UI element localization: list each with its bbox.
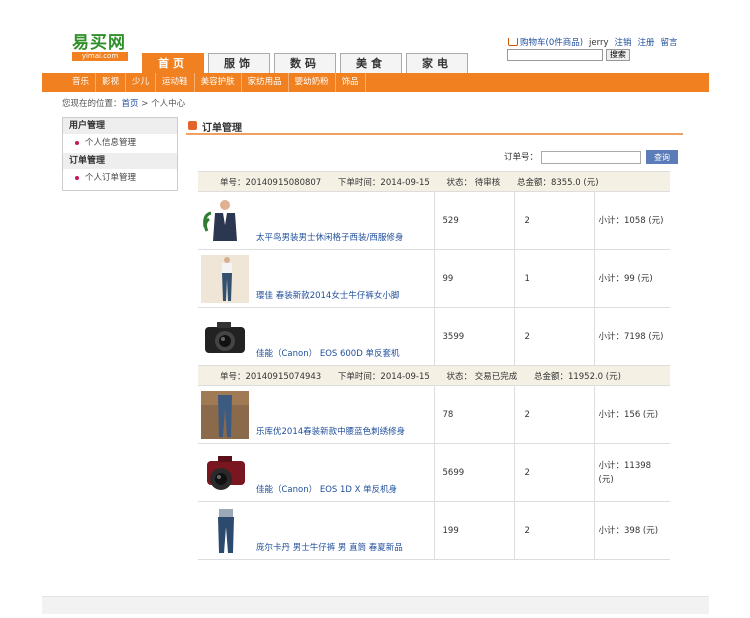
page-footer [42,596,709,614]
table-row: 乐库优2014春装新款中腰蓝色刺绣修身 78 2 小计：156 (元) [198,385,670,444]
top-links: 购物车(0件商品) jerry 注销 注册 留言 [508,36,684,48]
table-row: 佳能（Canon） EOS 1D X 单反机身 5699 2 小计：11398 … [198,443,670,502]
table-row: 庞尔卡丹 男士牛仔裤 男 直筒 春夏新品 199 2 小计：398 (元) [198,501,670,560]
category-beauty[interactable]: 美容护肤 [195,73,242,92]
order-header: 单号：20140915080807 下单时间：2014-09-15 状态： 待审… [198,171,670,192]
category-music[interactable]: 音乐 [42,73,97,92]
section-square-icon [188,121,197,130]
product-price: 3599 [434,307,515,366]
orders-table: 单号：20140915080807 下单时间：2014-09-15 状态： 待审… [198,171,670,560]
product-price: 199 [434,501,515,560]
query-button[interactable]: 查询 [646,150,679,164]
table-row: 佳能（Canon） EOS 600D 单反套机 3599 2 小计：7198 (… [198,307,670,366]
tab-appliances[interactable]: 家电 [406,53,468,73]
product-image-suit[interactable] [201,197,249,245]
logo-domain: yimai.com [72,52,128,61]
product-price: 99 [434,249,515,308]
table-row: 璎佳 春装新款2014女士牛仔裤女小脚 99 1 小计：99 (元) [198,249,670,308]
breadcrumb-current: 个人中心 [151,99,186,109]
tab-home[interactable]: 首页 [142,53,204,73]
message-link[interactable]: 留言 [661,38,678,48]
cart-link[interactable]: 购物车(0件商品) [520,38,583,48]
tab-apparel[interactable]: 服饰 [208,53,270,73]
product-name[interactable]: 太平鸟男装男士休闲格子西装/西服修身 [256,231,403,243]
category-sneakers[interactable]: 运动鞋 [156,73,195,92]
logout-link[interactable]: 注销 [615,38,632,48]
product-name[interactable]: 佳能（Canon） EOS 600D 单反套机 [256,347,399,359]
product-subtotal: 小计：11398 (元) [594,443,670,502]
product-subtotal: 小计：1058 (元) [594,191,670,250]
product-price: 529 [434,191,515,250]
product-image-jeans[interactable] [201,255,249,303]
order-time: 下单时间：2014-09-15 [337,177,430,188]
register-link[interactable]: 注册 [638,38,655,48]
product-name[interactable]: 佳能（Canon） EOS 1D X 单反机身 [256,483,397,495]
category-movies[interactable]: 影视 [96,73,127,92]
product-subtotal: 小计：398 (元) [594,501,670,560]
product-price: 5699 [434,443,515,502]
order-search: 订单号： 查询 [504,150,679,164]
breadcrumb-separator: > [138,99,152,109]
product-image-camera[interactable] [201,449,249,497]
section-title-text: 订单管理 [202,123,242,134]
product-quantity: 2 [514,385,595,444]
product-quantity: 2 [514,501,595,560]
order-total: 总金额：11952.0 (元) [533,371,621,382]
order-search-label: 订单号： [504,152,539,163]
top-search-input[interactable] [507,49,603,61]
category-kids[interactable]: 少儿 [126,73,157,92]
username: jerry [589,38,609,48]
order-status: 状态： 待审核 [446,177,501,188]
product-quantity: 2 [514,443,595,502]
main-tabs: 首页 服饰 数码 美食 家电 [142,53,472,73]
order-total: 总金额：8355.0 (元) [516,177,599,188]
product-name[interactable]: 乐库优2014春装新款中腰蓝色刺绣修身 [256,425,405,437]
order-header: 单号：20140915074943 下单时间：2014-09-15 状态： 交易… [198,365,670,386]
cart-icon [508,37,518,46]
site-logo[interactable]: 易买网 yimai.com [72,34,130,62]
breadcrumb-prefix: 您现在的位置： [62,99,122,109]
product-subtotal: 小计：7198 (元) [594,307,670,366]
product-quantity: 1 [514,249,595,308]
category-accessories[interactable]: 饰品 [336,73,366,92]
product-image-jeans[interactable] [201,507,249,555]
order-number: 单号：20140915074943 [220,371,322,382]
sidebar-item-my-orders[interactable]: 个人订单管理 [63,169,177,188]
product-price: 78 [434,385,515,444]
bullet-icon [75,175,79,180]
sidebar-item-label: 个人订单管理 [85,173,137,183]
product-quantity: 2 [514,307,595,366]
tab-digital[interactable]: 数码 [274,53,336,73]
sidebar-item-user-info[interactable]: 个人信息管理 [63,134,177,153]
table-row: 太平鸟男装男士休闲格子西装/西服修身 529 2 小计：1058 (元) [198,191,670,250]
product-quantity: 2 [514,191,595,250]
bullet-icon [75,140,79,145]
order-number-input[interactable] [541,150,642,164]
product-image-camera[interactable] [201,313,249,361]
category-baby-formula[interactable]: 婴幼奶粉 [289,73,336,92]
top-search: 搜索 [507,49,630,61]
product-image-jeans[interactable] [201,391,249,439]
product-name[interactable]: 庞尔卡丹 男士牛仔裤 男 直筒 春夏新品 [256,541,403,553]
logo-text: 易买网 [72,33,126,53]
top-search-button[interactable]: 搜索 [605,49,630,61]
order-status: 状态： 交易已完成 [446,371,518,382]
tab-food[interactable]: 美食 [340,53,402,73]
section-title: 订单管理 [186,119,683,135]
sidebar-item-label: 个人信息管理 [85,138,137,148]
sidebar-heading-user: 用户管理 [63,118,177,134]
product-subtotal: 小计：99 (元) [594,249,670,308]
sidebar-heading-orders: 订单管理 [63,153,177,169]
sidebar: 用户管理 个人信息管理 订单管理 个人订单管理 [62,117,178,191]
product-name[interactable]: 璎佳 春装新款2014女士牛仔裤女小脚 [256,289,399,301]
category-home-textiles[interactable]: 家纺用品 [242,73,289,92]
category-bar: 音乐 影视 少儿 运动鞋 美容护肤 家纺用品 婴幼奶粉 饰品 [42,73,709,92]
order-time: 下单时间：2014-09-15 [337,371,430,382]
breadcrumb: 您现在的位置：首页 > 个人中心 [62,97,185,109]
order-number: 单号：20140915080807 [220,177,322,188]
breadcrumb-home[interactable]: 首页 [122,99,139,109]
product-subtotal: 小计：156 (元) [594,385,670,444]
